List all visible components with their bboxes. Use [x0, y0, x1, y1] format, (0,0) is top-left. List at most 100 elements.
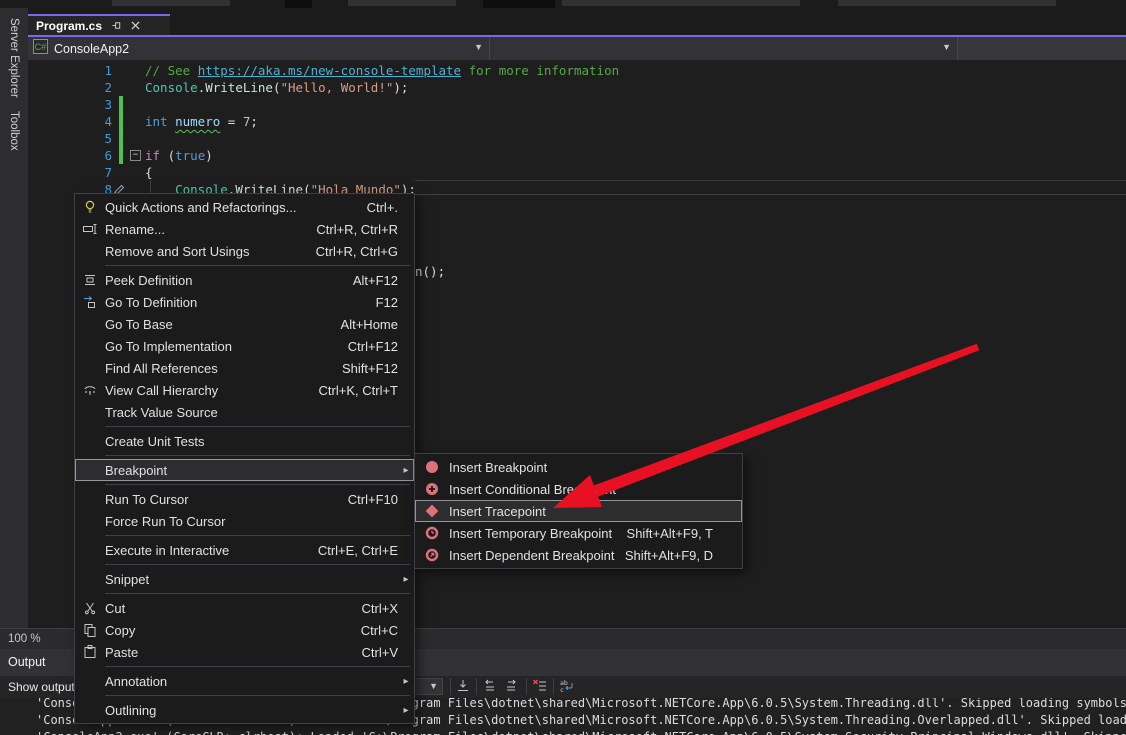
- menu-item-shortcut: Ctrl+R, Ctrl+R: [316, 222, 398, 237]
- menu-item-find-all-references[interactable]: Find All References Shift+F12: [75, 357, 414, 379]
- toolbar-fragment: [285, 0, 312, 8]
- call-hierarchy-icon: [75, 382, 105, 398]
- menu-item-shortcut: Ctrl+.: [367, 200, 398, 215]
- toolbar-fragment: [838, 0, 1056, 6]
- csharp-project-icon: C#: [33, 39, 48, 59]
- collapse-toggle[interactable]: −: [130, 150, 141, 161]
- menu-item-shortcut: Ctrl+E, Ctrl+E: [318, 543, 398, 558]
- paste-icon: [75, 644, 105, 660]
- rail-item-server-explorer[interactable]: Server Explorer: [0, 18, 28, 101]
- menu-item-track-value-source[interactable]: Track Value Source: [75, 401, 414, 423]
- menu-separator: [105, 426, 410, 427]
- menu-item-outlining[interactable]: Outlining ▸: [75, 699, 414, 721]
- menu-item-paste[interactable]: PasteCtrl+V: [75, 641, 414, 663]
- menu-item-label: Force Run To Cursor: [105, 514, 225, 529]
- clear-all-icon: [532, 682, 548, 697]
- code-line-3: 3: [28, 96, 1126, 113]
- word-wrap-button[interactable]: abc: [558, 678, 576, 696]
- menu-item-view-call-hierarchy[interactable]: View Call HierarchyCtrl+K, Ctrl+T: [75, 379, 414, 401]
- menu-item-create-unit-tests[interactable]: Create Unit Tests: [75, 430, 414, 452]
- member-dropdown[interactable]: ▼: [490, 37, 958, 60]
- menu-item-insert-tracepoint[interactable]: Insert Tracepoint: [415, 500, 742, 522]
- menu-item-go-to-base[interactable]: Go To BaseAlt+Home: [75, 313, 414, 335]
- menu-item-label: Find All References: [105, 361, 218, 376]
- menu-item-rename[interactable]: Rename... Ctrl+R, Ctrl+R: [75, 218, 414, 240]
- close-icon[interactable]: [131, 21, 140, 30]
- menu-item-go-to-definition[interactable]: Go To DefinitionF12: [75, 291, 414, 313]
- menu-item-label: Execute in Interactive: [105, 543, 229, 558]
- previous-message-button[interactable]: [481, 678, 499, 696]
- menu-item-label: Peek Definition: [105, 273, 192, 288]
- menu-item-insert-conditional-breakpoint[interactable]: Insert Conditional Breakpoint: [415, 478, 742, 500]
- svg-text:c: c: [560, 686, 564, 694]
- menu-item-copy[interactable]: CopyCtrl+C: [75, 619, 414, 641]
- line-number: 4: [86, 113, 112, 130]
- clear-all-button[interactable]: [531, 678, 549, 696]
- menu-item-shortcut: Shift+F12: [342, 361, 398, 376]
- line-number: 5: [86, 130, 112, 147]
- rename-icon: [75, 221, 105, 237]
- next-message-button[interactable]: [502, 678, 520, 696]
- submenu-arrow-icon: ▸: [398, 574, 414, 585]
- menu-item-insert-breakpoint[interactable]: Insert Breakpoint: [415, 456, 742, 478]
- breakpoint-icon: [415, 459, 449, 475]
- menu-item-quick-actions-and-refactorings[interactable]: Quick Actions and Refactorings...Ctrl+.: [75, 196, 414, 218]
- menu-item-go-to-implementation[interactable]: Go To ImplementationCtrl+F12: [75, 335, 414, 357]
- menu-separator: [105, 535, 410, 536]
- toolbar-separator: [450, 678, 451, 695]
- menu-item-execute-in-interactive[interactable]: Execute in Interactive Ctrl+E, Ctrl+E: [75, 539, 414, 561]
- menu-item-insert-temporary-breakpoint[interactable]: Insert Temporary BreakpointShift+Alt+F9,…: [415, 522, 742, 544]
- toolbar-fragment: [562, 0, 800, 6]
- line-number: 7: [86, 164, 112, 181]
- menu-item-snippet[interactable]: Snippet ▸: [75, 568, 414, 590]
- menu-item-shortcut: Ctrl+V: [362, 645, 398, 660]
- menu-item-label: Breakpoint: [105, 463, 167, 478]
- menu-item-label: Go To Base: [105, 317, 173, 332]
- navbar-extra-section: [958, 37, 1126, 60]
- menu-item-force-run-to-cursor[interactable]: Force Run To Cursor: [75, 510, 414, 532]
- submenu-arrow-icon: ▸: [398, 465, 414, 476]
- menu-item-peek-definition[interactable]: Peek DefinitionAlt+F12: [75, 269, 414, 291]
- line-number: 1: [86, 62, 112, 79]
- menu-separator: [105, 593, 410, 594]
- submenu-arrow-icon: ▸: [398, 676, 414, 687]
- menu-item-label: Snippet: [105, 572, 149, 587]
- conditional-breakpoint-icon: [415, 481, 449, 497]
- menu-item-label: Insert Tracepoint: [449, 504, 546, 519]
- menu-item-run-to-cursor[interactable]: Run To CursorCtrl+F10: [75, 488, 414, 510]
- menu-item-label: Insert Breakpoint: [449, 460, 547, 475]
- menu-item-label: Outlining: [105, 703, 156, 718]
- menu-item-shortcut: F12: [376, 295, 398, 310]
- goto-definition-icon: [75, 294, 105, 310]
- toolbar-fragment: [348, 0, 456, 6]
- menu-item-insert-dependent-breakpoint[interactable]: Insert Dependent BreakpointShift+Alt+F9,…: [415, 544, 742, 566]
- menu-item-remove-and-sort-usings[interactable]: Remove and Sort UsingsCtrl+R, Ctrl+G: [75, 240, 414, 262]
- toolbar-separator: [553, 678, 554, 695]
- menu-item-shortcut: Shift+Alt+F9, T: [627, 526, 726, 541]
- menu-item-shortcut: Ctrl+X: [362, 601, 398, 616]
- left-tool-rail: Server Explorer Toolbox: [0, 8, 28, 628]
- dependent-breakpoint-icon: [415, 547, 449, 563]
- menu-item-breakpoint[interactable]: Breakpoint ▸: [75, 459, 414, 481]
- chevron-down-icon: ▼: [474, 42, 483, 52]
- document-tab-program-cs[interactable]: Program.cs: [28, 14, 170, 35]
- project-dropdown[interactable]: C# ConsoleApp2 ▼: [28, 37, 490, 60]
- pin-icon[interactable]: [111, 20, 122, 31]
- menu-item-cut[interactable]: CutCtrl+X: [75, 597, 414, 619]
- rail-item-toolbox[interactable]: Toolbox: [0, 111, 28, 154]
- menu-item-label: Annotation: [105, 674, 167, 689]
- tab-title: Program.cs: [36, 19, 102, 33]
- lightbulb-icon: [75, 199, 105, 215]
- prev-message-icon: [482, 682, 498, 697]
- menu-item-annotation[interactable]: Annotation ▸: [75, 670, 414, 692]
- output-panel-title: Output: [8, 655, 46, 669]
- navigation-bar: C# ConsoleApp2 ▼ ▼: [28, 37, 1126, 60]
- toolbar-separator: [526, 678, 527, 695]
- chevron-down-icon: ▼: [429, 681, 438, 691]
- menu-item-label: Track Value Source: [105, 405, 218, 420]
- zoom-level[interactable]: 100 %: [8, 633, 41, 645]
- code-line-6: 6−if (true): [28, 147, 1126, 164]
- submenu-arrow-icon: ▸: [398, 705, 414, 716]
- menu-item-label: Rename...: [105, 222, 165, 237]
- find-message-button[interactable]: [454, 678, 472, 696]
